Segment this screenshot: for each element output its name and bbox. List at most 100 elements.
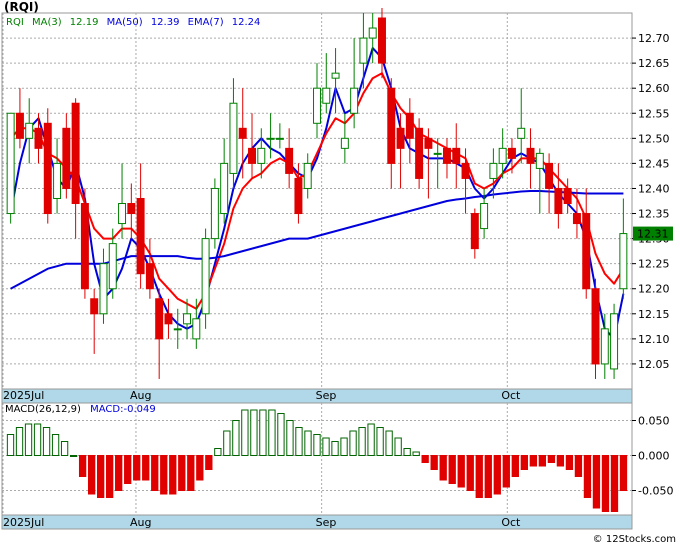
candle-body [238, 127, 247, 139]
candle-body [461, 162, 470, 179]
date-label: Sep [316, 389, 337, 402]
candle-body [415, 127, 424, 179]
candle-body [340, 137, 349, 149]
macd-bar [439, 455, 447, 481]
macd-bar [340, 437, 348, 456]
macd-panel [1, 402, 633, 516]
candle-body [480, 203, 489, 230]
candle-body [517, 127, 526, 139]
date-label: Aug [130, 516, 151, 529]
macd-bar [268, 409, 276, 456]
price-tick-label: 12.15 [638, 308, 670, 321]
candle-body [155, 298, 164, 340]
macd-bar [331, 441, 339, 456]
candle-body [275, 137, 284, 140]
macd-bar [385, 430, 393, 456]
macd-bar [421, 455, 429, 463]
macd-bar [33, 423, 42, 456]
candle-body [600, 328, 609, 365]
candle-body [350, 87, 359, 114]
candle-body [331, 72, 340, 79]
macd-axis: 0.050 0.000 -0.050 [632, 415, 673, 498]
macd-bar [448, 455, 456, 484]
macd-bar [160, 455, 168, 495]
macd-bar [223, 430, 231, 456]
macd-tick-label: 0.050 [638, 415, 670, 428]
macd-tick-label: 0.000 [638, 450, 670, 463]
chart-title: (RQI) [4, 0, 39, 14]
candle-body [164, 313, 173, 325]
macd-bar [349, 430, 357, 456]
macd-bar [205, 455, 213, 470]
last-price-badge: 12.31 [633, 226, 673, 241]
candle-body [285, 147, 294, 174]
macd-bar [475, 455, 483, 498]
candle-body [15, 112, 24, 139]
candle-body [452, 147, 461, 164]
candle-body [43, 122, 52, 215]
candle-body [266, 137, 275, 140]
svg-text:12.31: 12.31 [637, 228, 669, 241]
candle-body [62, 127, 71, 189]
candle-body [554, 187, 563, 215]
macd-bar [96, 455, 105, 498]
macd-tick-label: -0.050 [638, 485, 673, 498]
candle-body [192, 318, 201, 340]
macd-bar [24, 423, 33, 456]
candle-body [507, 147, 516, 159]
macd-bar [376, 427, 384, 456]
macd-bar [106, 455, 114, 498]
macd-bar [547, 455, 556, 463]
price-tick-label: 12.65 [638, 57, 670, 70]
candle-body [572, 213, 581, 225]
price-tick-label: 12.55 [638, 107, 670, 120]
macd-bar [169, 455, 177, 495]
price-tick-label: 12.35 [638, 208, 670, 221]
candle-body [229, 102, 238, 174]
candle-body [34, 127, 43, 149]
price-tick-label: 12.20 [638, 283, 670, 296]
macd-bar [367, 423, 375, 456]
macd-bar [493, 455, 501, 495]
macd-bar [394, 437, 402, 456]
candle-body [183, 313, 192, 325]
macd-bar [574, 455, 583, 477]
macd-bar [313, 434, 321, 456]
date-label: Aug [130, 389, 151, 402]
macd-bar [592, 455, 601, 509]
macd-bar [151, 455, 159, 491]
candle-body [210, 187, 219, 240]
candle-body [545, 162, 554, 189]
macd-bar [277, 413, 285, 456]
macd-bar [133, 455, 141, 481]
macd-legend: MACD(26,12,9) MACD:-0.049 [5, 404, 156, 415]
macd-bar [304, 430, 312, 456]
candle-body [489, 162, 498, 179]
macd-bar [322, 437, 330, 456]
candle-body [80, 203, 89, 290]
candle-body [387, 87, 396, 164]
candle-body [127, 203, 136, 215]
date-label: Sep [316, 516, 337, 529]
stock-chart: 12.70 12.65 12.60 12.55 12.50 12.45 12.40 12.35… [0, 0, 680, 546]
macd-bar [259, 409, 267, 456]
macd-bar [457, 455, 465, 488]
macd-bar [295, 427, 303, 456]
macd-bar [484, 455, 492, 498]
macd-bar [529, 455, 538, 467]
macd-bar [241, 409, 249, 456]
macd-bar [286, 420, 294, 456]
candle-body [498, 147, 507, 164]
candle-body [424, 137, 433, 149]
macd-bar [214, 448, 222, 456]
macd-bar [42, 427, 51, 456]
candle-body [294, 177, 303, 215]
price-tick-label: 12.45 [638, 157, 670, 170]
macd-bar [6, 434, 15, 456]
macd-bar [601, 455, 610, 512]
candle-body [526, 147, 535, 164]
macd-bar [60, 441, 69, 456]
candle-body [99, 263, 108, 315]
date-label: Oct [501, 389, 521, 402]
macd-bar [178, 455, 186, 491]
